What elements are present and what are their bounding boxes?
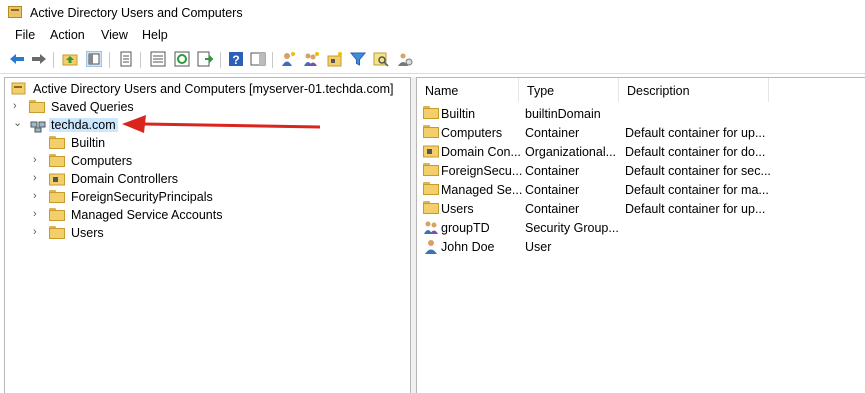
list-icon[interactable] [150, 51, 166, 67]
find-icon[interactable] [373, 51, 389, 67]
app-icon [8, 6, 22, 18]
column-header-type[interactable]: Type [519, 78, 619, 102]
chevron-right-icon[interactable]: › [13, 99, 23, 113]
aduc-root-icon [11, 82, 26, 95]
window-title: Active Directory Users and Computers [30, 6, 243, 20]
folder-icon [49, 226, 65, 239]
refresh-icon[interactable] [174, 51, 190, 67]
tree-item-label: Users [71, 226, 104, 240]
delegate-icon[interactable] [397, 51, 413, 67]
ou-folder-icon [423, 145, 439, 158]
chevron-right-icon[interactable]: › [33, 207, 43, 221]
menu-bar: File Action View Help [0, 26, 865, 46]
annotation-arrow-icon [122, 115, 321, 133]
action-pane-icon[interactable] [250, 51, 266, 67]
list-item[interactable]: John Doe User [417, 237, 865, 256]
menu-view[interactable]: View [101, 28, 128, 42]
folder-icon [49, 136, 65, 149]
export-icon[interactable] [197, 51, 213, 67]
list-item[interactable]: Builtin builtinDomain [417, 104, 865, 123]
folder-icon [423, 106, 439, 119]
details-list[interactable]: Name Type Description Builtin builtinDom… [416, 77, 865, 393]
list-item[interactable]: Managed Se... Container Default containe… [417, 180, 865, 199]
new-ou-icon[interactable] [327, 51, 343, 67]
tree-root-label: Active Directory Users and Computers [my… [33, 82, 394, 96]
back-icon[interactable] [9, 51, 25, 67]
filter-icon[interactable] [350, 51, 366, 67]
tree-item-label: ForeignSecurityPrincipals [71, 190, 213, 204]
chevron-right-icon[interactable]: › [33, 171, 43, 185]
toolbar-separator [220, 52, 221, 68]
tree-item-label: Builtin [71, 136, 106, 150]
svg-text:?: ? [232, 53, 239, 67]
folder-icon [49, 208, 65, 221]
list-item[interactable]: ForeignSecu... Container Default contain… [417, 161, 865, 180]
up-folder-icon[interactable] [62, 51, 78, 67]
column-header-name[interactable]: Name [417, 78, 519, 102]
column-header-description[interactable]: Description [619, 78, 769, 102]
chevron-right-icon[interactable]: › [33, 189, 43, 203]
tree-item-label: Managed Service Accounts [71, 208, 223, 222]
toolbar-separator [140, 52, 141, 68]
list-item[interactable]: Computers Container Default container fo… [417, 123, 865, 142]
tree-item-label: Saved Queries [51, 100, 134, 114]
toolbar-separator [109, 52, 110, 68]
list-item[interactable]: Users Container Default container for up… [417, 199, 865, 218]
toolbar: ? [0, 47, 865, 74]
menu-action[interactable]: Action [50, 28, 85, 42]
folder-icon [423, 163, 439, 176]
list-item[interactable]: Domain Con... Organizational... Default … [417, 142, 865, 161]
ou-folder-icon [49, 173, 65, 186]
console-tree-icon[interactable] [86, 51, 102, 67]
list-item[interactable]: groupTD Security Group... [417, 218, 865, 237]
folder-icon [29, 100, 45, 113]
help-icon[interactable]: ? [228, 51, 244, 67]
folder-icon [49, 190, 65, 203]
properties-icon[interactable] [118, 51, 134, 67]
menu-file[interactable]: File [15, 28, 35, 42]
toolbar-separator [53, 52, 54, 68]
tree-item-label: techda.com [49, 118, 118, 132]
toolbar-separator [272, 52, 273, 68]
folder-icon [49, 154, 65, 167]
forward-icon[interactable] [31, 51, 47, 67]
user-icon [425, 240, 437, 254]
chevron-right-icon[interactable]: › [33, 225, 43, 239]
folder-icon [423, 182, 439, 195]
title-bar: Active Directory Users and Computers [0, 0, 865, 26]
menu-help[interactable]: Help [142, 28, 168, 42]
chevron-right-icon[interactable]: › [33, 153, 43, 167]
tree-item-label: Computers [71, 154, 133, 168]
domain-icon [30, 121, 46, 133]
group-icon [424, 221, 438, 234]
folder-icon [423, 125, 439, 138]
folder-icon [423, 201, 439, 214]
new-group-icon[interactable] [303, 51, 319, 67]
chevron-down-icon[interactable]: ⌄ [13, 116, 23, 130]
tree-item-label: Domain Controllers [71, 172, 178, 186]
new-user-icon[interactable] [280, 51, 296, 67]
